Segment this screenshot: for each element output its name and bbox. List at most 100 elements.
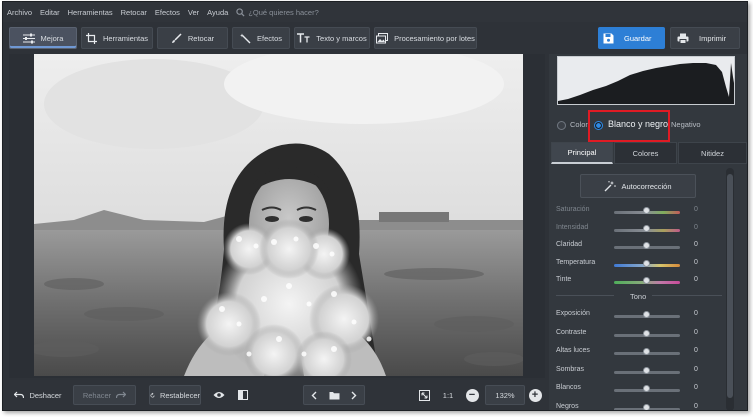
image-canvas[interactable] (9, 54, 545, 378)
subtab-nitidez[interactable]: Nitidez (678, 142, 747, 164)
menu-editar[interactable]: Editar (40, 8, 60, 17)
tab-label: Texto y marcos (316, 33, 367, 43)
slider-handle[interactable] (643, 259, 650, 267)
photo-preview[interactable] (34, 54, 523, 376)
slider-handle[interactable] (643, 311, 650, 318)
menu-retocar[interactable]: Retocar (121, 8, 147, 17)
menu-ayuda[interactable]: Ayuda (207, 8, 228, 17)
bw-portrait-image (34, 54, 523, 376)
adjustment-subtabs: Principal Colores Nitidez (551, 142, 747, 164)
slider-handle[interactable] (643, 348, 650, 355)
chevron-left-icon (311, 391, 317, 399)
slider-handle[interactable] (643, 385, 650, 392)
scrollbar-thumb[interactable] (727, 174, 733, 398)
radio-color[interactable] (557, 121, 566, 130)
subtab-colores[interactable]: Colores (614, 142, 677, 164)
slider-claridad[interactable]: Claridad 0 (556, 241, 726, 253)
tab-retocar[interactable]: Retocar (157, 27, 228, 49)
subtab-label: Colores (632, 148, 659, 158)
slider-blancos[interactable]: Blancos 0 (556, 384, 726, 396)
menu-efectos[interactable]: Efectos (155, 8, 180, 17)
slider-sombras[interactable]: Sombras 0 (556, 366, 726, 378)
print-button[interactable]: Imprimir (670, 27, 740, 49)
subtab-label: Nitidez (701, 148, 724, 158)
slider-handle[interactable] (643, 207, 650, 214)
previous-file-button[interactable] (304, 391, 323, 400)
menu-ver[interactable]: Ver (188, 8, 199, 17)
printer-icon (677, 33, 689, 44)
chevron-right-icon (351, 391, 357, 399)
tab-procesamiento-por-lotes[interactable]: Procesamiento por lotes (374, 27, 477, 49)
slider-intensidad[interactable]: Intensidad 0 (556, 224, 726, 236)
slider-negros[interactable]: Negros 0 (556, 402, 726, 410)
slider-altas-luces[interactable]: Altas luces 0 (556, 347, 726, 359)
minus-icon: − (465, 388, 479, 402)
auto-correction-button[interactable]: Autocorrección (580, 174, 696, 198)
next-file-button[interactable] (345, 391, 364, 400)
search-placeholder: ¿Qué quieres hacer? (248, 7, 319, 17)
tab-texto-y-marcos[interactable]: Texto y marcos (294, 27, 370, 49)
slider-value: 0 (694, 258, 698, 266)
fit-to-screen-button[interactable] (415, 385, 433, 405)
slider-exposicion[interactable]: Exposición 0 (556, 310, 726, 322)
slider-handle[interactable] (643, 329, 650, 337)
slider-temperatura[interactable]: Temperatura 0 (556, 259, 726, 271)
slider-value: 0 (694, 365, 698, 373)
text-icon (297, 33, 310, 43)
ratio-label: 1:1 (442, 390, 454, 400)
tab-mejora[interactable]: Mejora (9, 27, 77, 49)
slider-value: 0 (694, 206, 698, 213)
slider-handle[interactable] (643, 366, 650, 374)
slider-handle[interactable] (643, 277, 650, 284)
redo-label: Rehacer (82, 390, 112, 400)
zoom-in-button[interactable]: + (527, 385, 543, 405)
highlight-annotation (588, 110, 670, 142)
slider-handle[interactable] (643, 242, 650, 249)
slider-label: Claridad (556, 241, 583, 248)
brush-icon (171, 32, 182, 43)
batch-images-icon (376, 32, 389, 43)
slider-handle[interactable] (643, 224, 650, 232)
slider-contraste[interactable]: Contraste 0 (556, 329, 726, 341)
slider-label: Exposición (556, 310, 590, 317)
compare-button[interactable] (233, 385, 253, 405)
search-icon (236, 7, 245, 17)
menu-archivo[interactable]: Archivo (7, 8, 32, 17)
bottom-bar: Deshacer Rehacer Restablecer 1:1 − 132% … (3, 380, 549, 410)
actual-size-button[interactable]: 1:1 (438, 385, 458, 405)
tab-herramientas[interactable]: Herramientas (81, 27, 153, 49)
undo-icon (14, 391, 25, 399)
file-navigation (303, 385, 365, 405)
zoom-out-button[interactable]: − (464, 385, 480, 405)
auto-label: Autocorrección (621, 181, 672, 191)
slider-value: 0 (694, 310, 698, 317)
menu-herramientas[interactable]: Herramientas (68, 8, 113, 17)
crop-icon (85, 32, 97, 44)
menu-search[interactable]: ¿Qué quieres hacer? (236, 7, 319, 17)
save-button[interactable]: Guardar (598, 27, 665, 49)
subtab-principal[interactable]: Principal (551, 142, 613, 164)
slider-value: 0 (694, 384, 698, 391)
floppy-disk-icon (603, 33, 614, 43)
reset-button[interactable]: Restablecer (149, 385, 201, 405)
zoom-level-field[interactable]: 132% (485, 385, 525, 405)
save-label: Guardar (624, 33, 652, 43)
undo-button[interactable]: Deshacer (11, 385, 65, 405)
open-folder-button[interactable] (323, 391, 344, 400)
tab-label: Mejora (40, 33, 64, 43)
redo-icon (116, 391, 127, 399)
mode-color-label[interactable]: Color (570, 120, 588, 129)
magic-wand-icon (605, 180, 617, 191)
magic-wand-icon (239, 33, 251, 43)
slider-tinte[interactable]: Tinte 0 (556, 276, 726, 288)
tab-efectos[interactable]: Efectos (232, 27, 290, 49)
sliders-icon (22, 33, 35, 43)
slider-handle[interactable] (643, 403, 650, 410)
slider-saturacion[interactable]: Saturación 0 (556, 206, 726, 218)
redo-button[interactable]: Rehacer (73, 385, 136, 405)
panel-scrollbar[interactable] (726, 168, 734, 410)
preview-toggle-button[interactable] (209, 385, 229, 405)
mode-negative-label[interactable]: Negativo (671, 120, 701, 129)
fit-screen-icon (418, 389, 430, 401)
slider-value: 0 (694, 402, 698, 410)
